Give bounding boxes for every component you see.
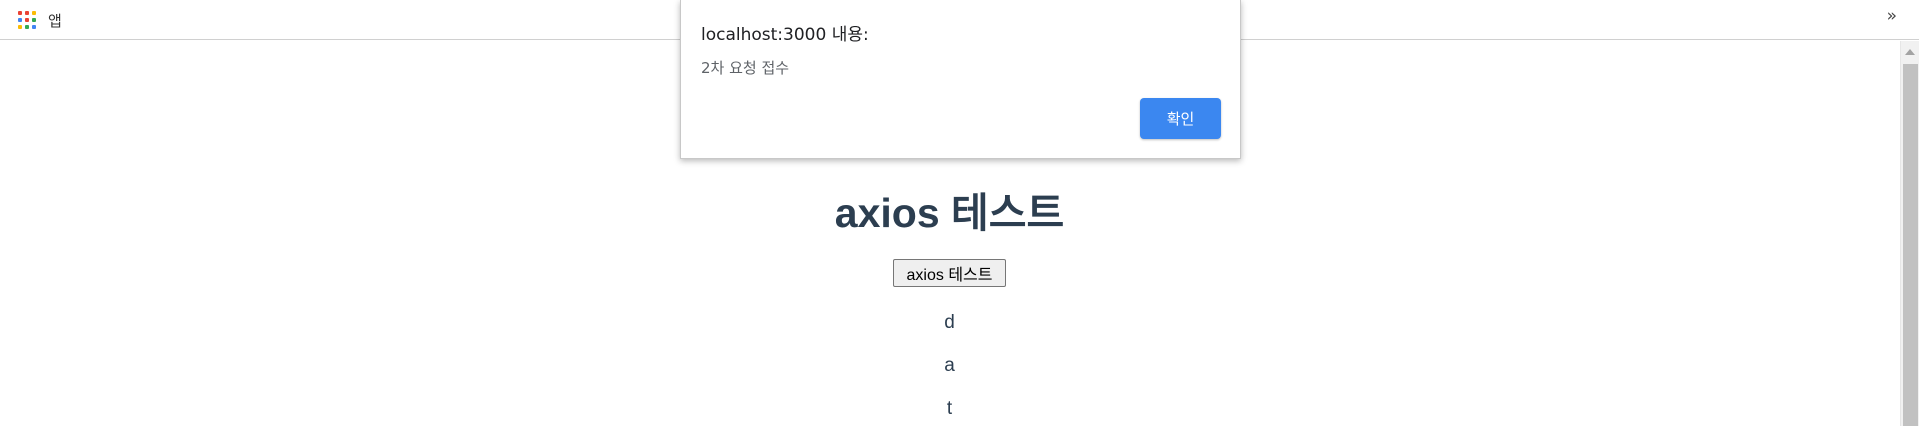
apps-grid-dot [32,25,36,29]
axios-test-button[interactable]: axios 테스트 [893,259,1006,287]
apps-grid-dot [25,11,29,15]
apps-grid-dot [32,11,36,15]
apps-grid-dot [25,18,29,22]
page-title: axios 테스트 [834,190,1065,236]
apps-grid-icon [18,11,36,29]
apps-grid-dot [18,11,22,15]
apps-grid-dot [25,25,29,29]
alert-dialog: localhost:3000 내용: 2차 요청 접수 확인 [680,0,1241,159]
apps-label: 앱 [48,11,62,30]
chevron-double-right-icon[interactable]: » [1887,6,1897,26]
apps-grid-dot [18,18,22,22]
list-item: a [944,355,955,376]
dialog-message: 2차 요청 접수 [701,59,790,77]
ok-button[interactable]: 확인 [1140,98,1221,139]
apps-grid-dot [18,25,22,29]
dialog-title: localhost:3000 내용: [701,25,869,45]
vertical-scrollbar[interactable] [1900,41,1919,426]
scroll-thumb[interactable] [1903,64,1918,426]
apps-grid-dot [32,18,36,22]
list-item: d [944,312,955,333]
scroll-up-arrow-icon[interactable] [1905,49,1915,55]
result-list: d a t [0,301,1899,430]
apps-shortcut[interactable]: 앱 [18,7,62,33]
list-item: t [946,398,953,419]
